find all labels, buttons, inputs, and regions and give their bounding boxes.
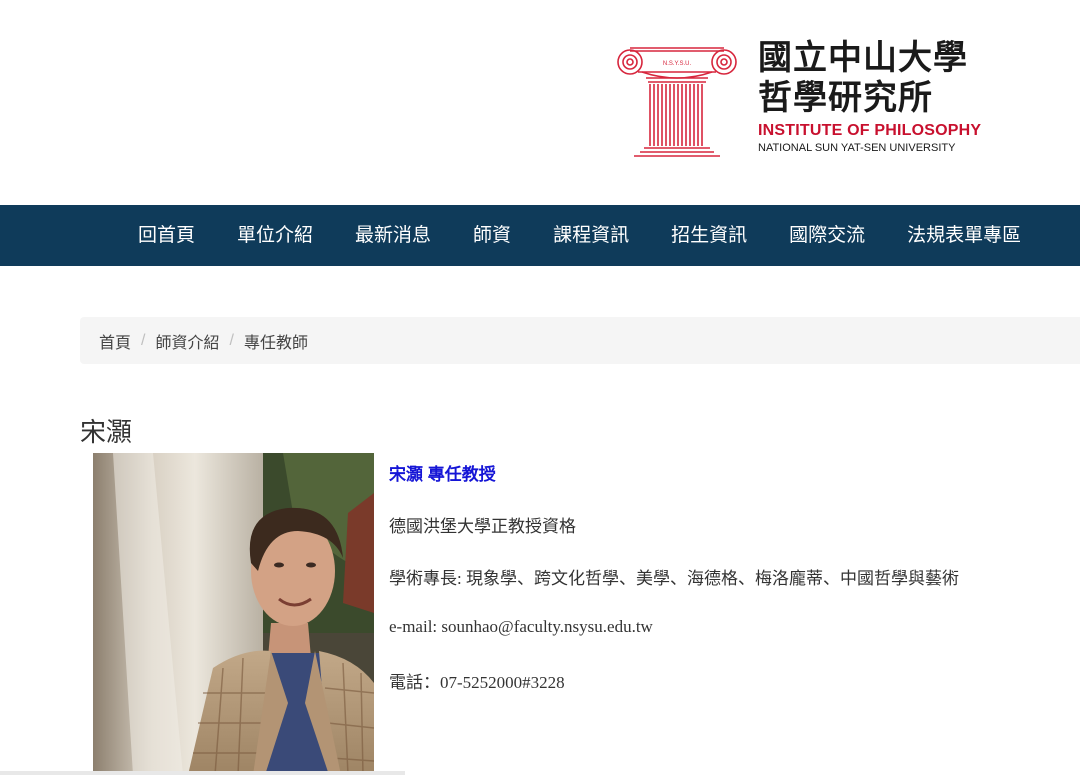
nav-item-about[interactable]: 單位介紹 — [216, 205, 334, 266]
ionic-column-emblem-icon: N.S.Y.S.U. — [617, 47, 737, 157]
faculty-name-title: 宋灝 專任教授 — [389, 465, 496, 484]
nav-item-regulations[interactable]: 法規表單專區 — [886, 205, 1042, 266]
logo-name-en-line2: NATIONAL SUN YAT-SEN UNIVERSITY — [758, 142, 956, 154]
page: N.S.Y.S.U. 國立中山大學 哲學研究所 INSTITUTE OF PHI… — [0, 0, 1080, 775]
nav-item-news[interactable]: 最新消息 — [334, 205, 452, 266]
faculty-qualification: 德國洪堡大學正教授資格 — [389, 517, 576, 536]
nav-item-home[interactable]: 回首頁 — [117, 205, 216, 266]
site-header: N.S.Y.S.U. 國立中山大學 哲學研究所 INSTITUTE OF PHI… — [0, 0, 1080, 205]
breadcrumb-separator: / — [141, 331, 146, 349]
nav-menu: 回首頁 單位介紹 最新消息 師資 課程資訊 招生資訊 國際交流 法規表單專區 — [117, 205, 1042, 266]
main-navbar: 回首頁 單位介紹 最新消息 師資 課程資訊 招生資訊 國際交流 法規表單專區 — [0, 205, 1080, 266]
faculty-portrait-photo — [93, 453, 374, 775]
faculty-expertise: 學術專長: 現象學、跨文化哲學、美學、海德格、梅洛龐蒂、中國哲學與藝術 — [389, 569, 959, 588]
breadcrumb-item-current: 專任教師 — [243, 334, 308, 352]
logo-name-en-line1: INSTITUTE OF PHILOSOPHY — [758, 122, 982, 139]
faculty-phone: 電話：07-5252000#3228 — [389, 673, 565, 692]
faculty-email[interactable]: e-mail: sounhao@faculty.nsysu.edu.tw — [389, 617, 653, 637]
page-title: 宋灝 — [80, 417, 133, 447]
nav-item-international[interactable]: 國際交流 — [768, 205, 886, 266]
nav-item-admissions[interactable]: 招生資訊 — [650, 205, 768, 266]
site-logo-link[interactable]: N.S.Y.S.U. 國立中山大學 哲學研究所 INSTITUTE OF PHI… — [612, 38, 1032, 160]
nav-item-courses[interactable]: 課程資訊 — [532, 205, 650, 266]
logo-name-zh-line2: 哲學研究所 — [758, 78, 933, 118]
breadcrumb-item-home[interactable]: 首頁 — [99, 329, 131, 353]
emblem-text: N.S.Y.S.U. — [663, 61, 692, 67]
breadcrumb: 首頁 / 師資介紹 / 專任教師 — [80, 317, 1080, 364]
breadcrumb-separator: / — [229, 331, 234, 349]
logo-name-zh-line1: 國立中山大學 — [758, 38, 968, 78]
nav-item-faculty[interactable]: 師資 — [452, 205, 532, 266]
horizontal-scrollbar[interactable] — [0, 771, 405, 775]
breadcrumb-item-faculty[interactable]: 師資介紹 — [155, 329, 219, 353]
